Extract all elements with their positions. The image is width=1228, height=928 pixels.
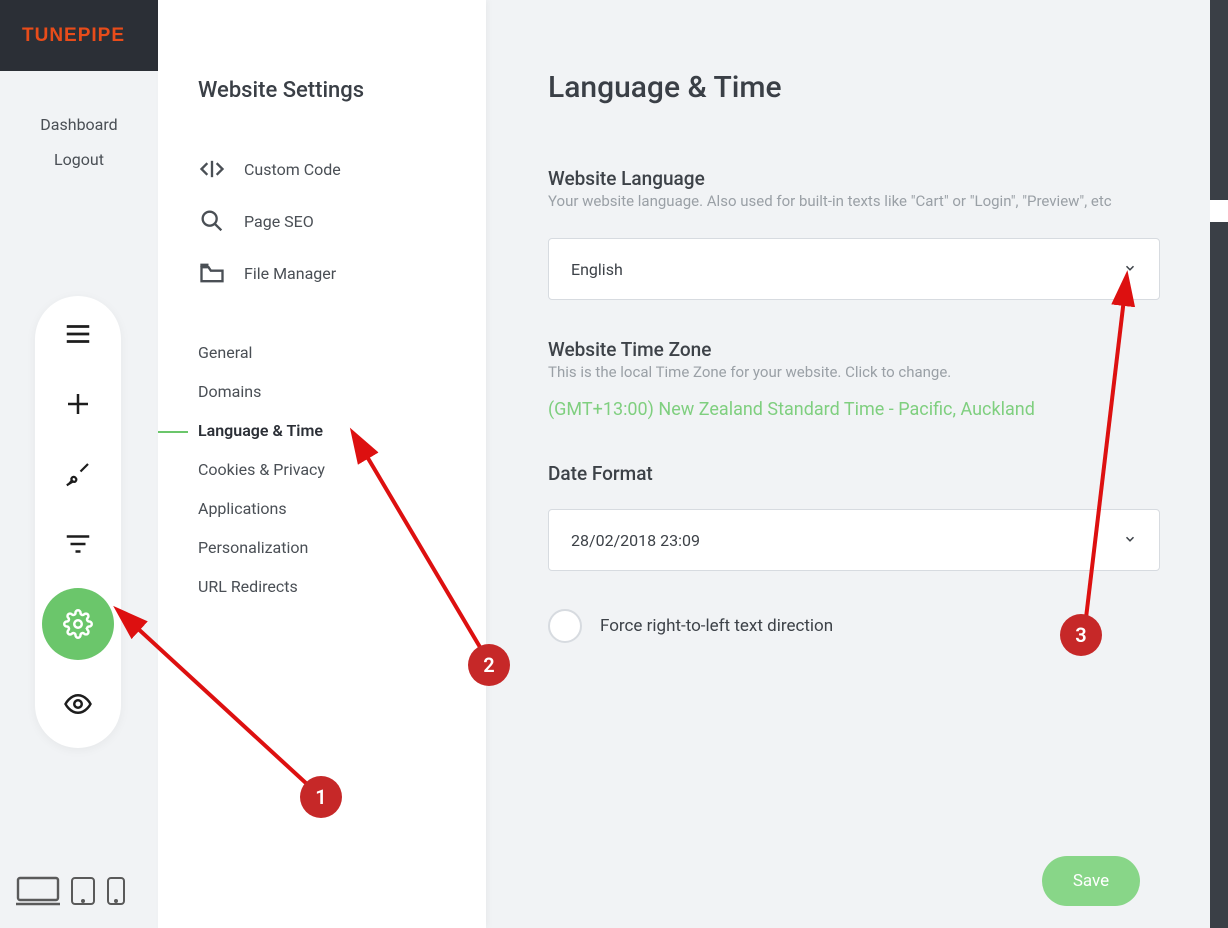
device-row (16, 876, 126, 910)
search-icon (198, 207, 226, 235)
settings-item-language-time[interactable]: Language & Time (158, 411, 486, 450)
website-language-label: Website Language (548, 167, 1150, 190)
settings-item-domains[interactable]: Domains (158, 372, 486, 411)
date-format-label: Date Format (548, 462, 1150, 485)
eye-icon[interactable] (56, 682, 100, 726)
date-format-select[interactable]: 28/02/2018 23:09 (548, 509, 1160, 571)
settings-item-personalization[interactable]: Personalization (158, 528, 486, 567)
settings-title: Website Settings (158, 32, 486, 143)
save-button[interactable]: Save (1042, 856, 1140, 906)
settings-item-label: File Manager (244, 264, 336, 283)
code-icon (198, 155, 226, 183)
timezone-desc: This is the local Time Zone for your web… (548, 363, 1150, 381)
settings-panel: Website Settings Custom Code Page SEO Fi… (158, 0, 486, 928)
settings-item-label: Page SEO (244, 212, 314, 231)
website-language-value: English (571, 260, 623, 279)
filter-icon[interactable] (56, 522, 100, 566)
date-format-value: 28/02/2018 23:09 (571, 531, 700, 550)
rtl-toggle-row: Force right-to-left text direction (548, 609, 1150, 643)
settings-item-general[interactable]: General (158, 333, 486, 372)
logout-link[interactable]: Logout (0, 142, 158, 177)
settings-item-file-manager[interactable]: File Manager (158, 247, 486, 299)
settings-item-page-seo[interactable]: Page SEO (158, 195, 486, 247)
settings-item-custom-code[interactable]: Custom Code (158, 143, 486, 195)
chevron-down-icon (1123, 260, 1137, 279)
brand-text: TUNEPIPE (22, 25, 125, 47)
chevron-down-icon (1123, 531, 1137, 550)
main-content: Language & Time Website Language Your we… (486, 0, 1210, 928)
left-text-links: Dashboard Logout (0, 107, 158, 177)
settings-item-cookies-privacy[interactable]: Cookies & Privacy (158, 450, 486, 489)
dashboard-link[interactable]: Dashboard (0, 107, 158, 142)
left-rail: TUNEPIPE Dashboard Logout (0, 0, 158, 928)
page-title: Language & Time (548, 70, 1150, 105)
right-edge-strip (1210, 0, 1228, 928)
menu-icon[interactable] (56, 312, 100, 356)
settings-item-url-redirects[interactable]: URL Redirects (158, 567, 486, 606)
rtl-toggle-label: Force right-to-left text direction (600, 616, 833, 636)
device-tablet-icon[interactable] (70, 876, 96, 910)
rtl-toggle[interactable] (548, 609, 582, 643)
settings-item-label: Custom Code (244, 160, 341, 179)
timezone-label: Website Time Zone (548, 338, 1150, 361)
website-language-desc: Your website language. Also used for bui… (548, 192, 1150, 210)
brand-block: TUNEPIPE (0, 0, 158, 71)
tool-pill (35, 296, 121, 748)
brush-icon[interactable] (56, 452, 100, 496)
timezone-link[interactable]: (GMT+13:00) New Zealand Standard Time - … (548, 399, 1150, 420)
plus-icon[interactable] (56, 382, 100, 426)
device-desktop-icon[interactable] (16, 876, 60, 910)
gear-icon[interactable] (42, 588, 114, 660)
website-language-select[interactable]: English (548, 238, 1160, 300)
settings-item-applications[interactable]: Applications (158, 489, 486, 528)
device-mobile-icon[interactable] (106, 876, 126, 910)
folder-icon (198, 259, 226, 287)
